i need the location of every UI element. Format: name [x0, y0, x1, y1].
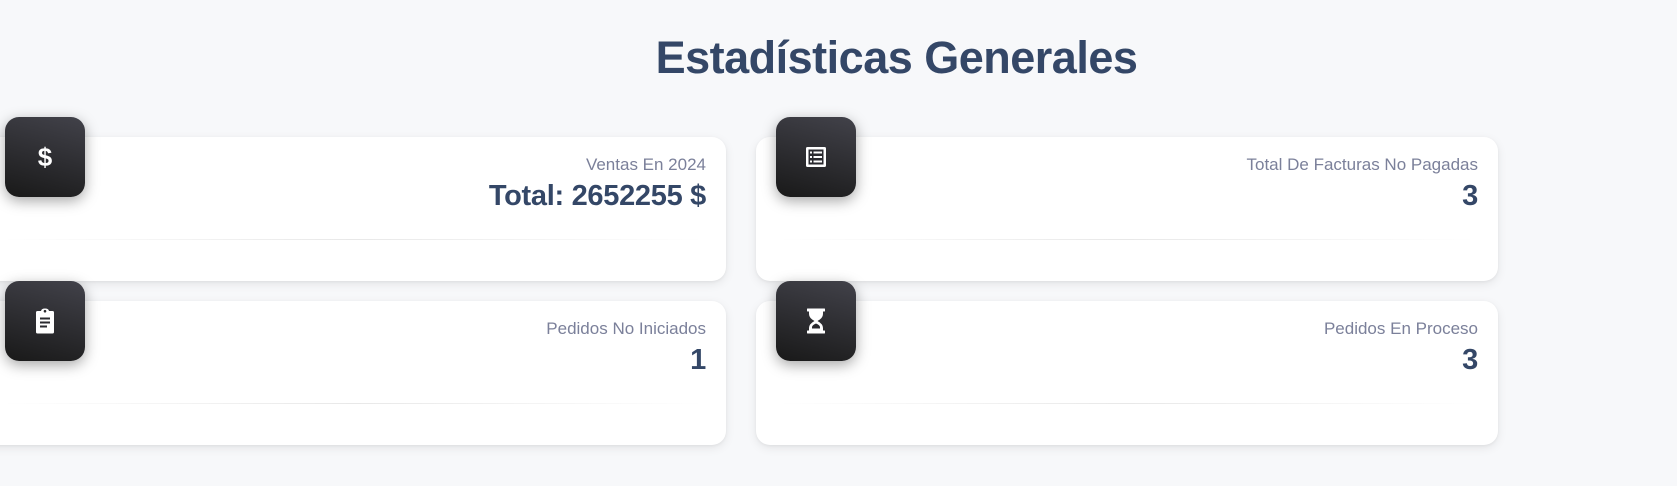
stat-card-orders-not-started: Pedidos No Iniciados 1: [0, 301, 726, 445]
stat-card-value: 1: [690, 344, 706, 376]
page-title: Estadísticas Generales: [655, 32, 1138, 83]
stat-card-value: Total: 2652255 $: [488, 180, 706, 212]
hourglass-icon: [776, 281, 856, 361]
stat-card-label: Total De Facturas No Pagadas: [1246, 155, 1478, 174]
dashboard-page: Estadísticas Generales Ventas En 2024 To…: [0, 0, 1677, 486]
stat-card-label: Pedidos En Proceso: [1323, 319, 1478, 338]
stat-card-unpaid-invoices: Total De Facturas No Pagadas 3: [756, 137, 1498, 281]
card-divider: [776, 403, 1478, 404]
stat-card-sales: Ventas En 2024 Total: 2652255 $: [0, 137, 726, 281]
card-divider: [776, 239, 1478, 240]
receipt-list-icon: [776, 117, 856, 197]
clipboard-icon: [5, 281, 85, 361]
dollar-glyph: $: [37, 142, 53, 172]
stat-card-orders-in-progress: Pedidos En Proceso 3: [756, 301, 1498, 445]
card-divider: [0, 239, 706, 240]
stat-card-label: Pedidos No Iniciados: [546, 319, 706, 338]
stat-card-value: 3: [1462, 344, 1478, 376]
stat-card-value: 3: [1462, 180, 1478, 212]
card-divider: [0, 403, 706, 404]
stat-card-label: Ventas En 2024: [585, 155, 706, 174]
dollar-icon: $: [5, 117, 85, 197]
